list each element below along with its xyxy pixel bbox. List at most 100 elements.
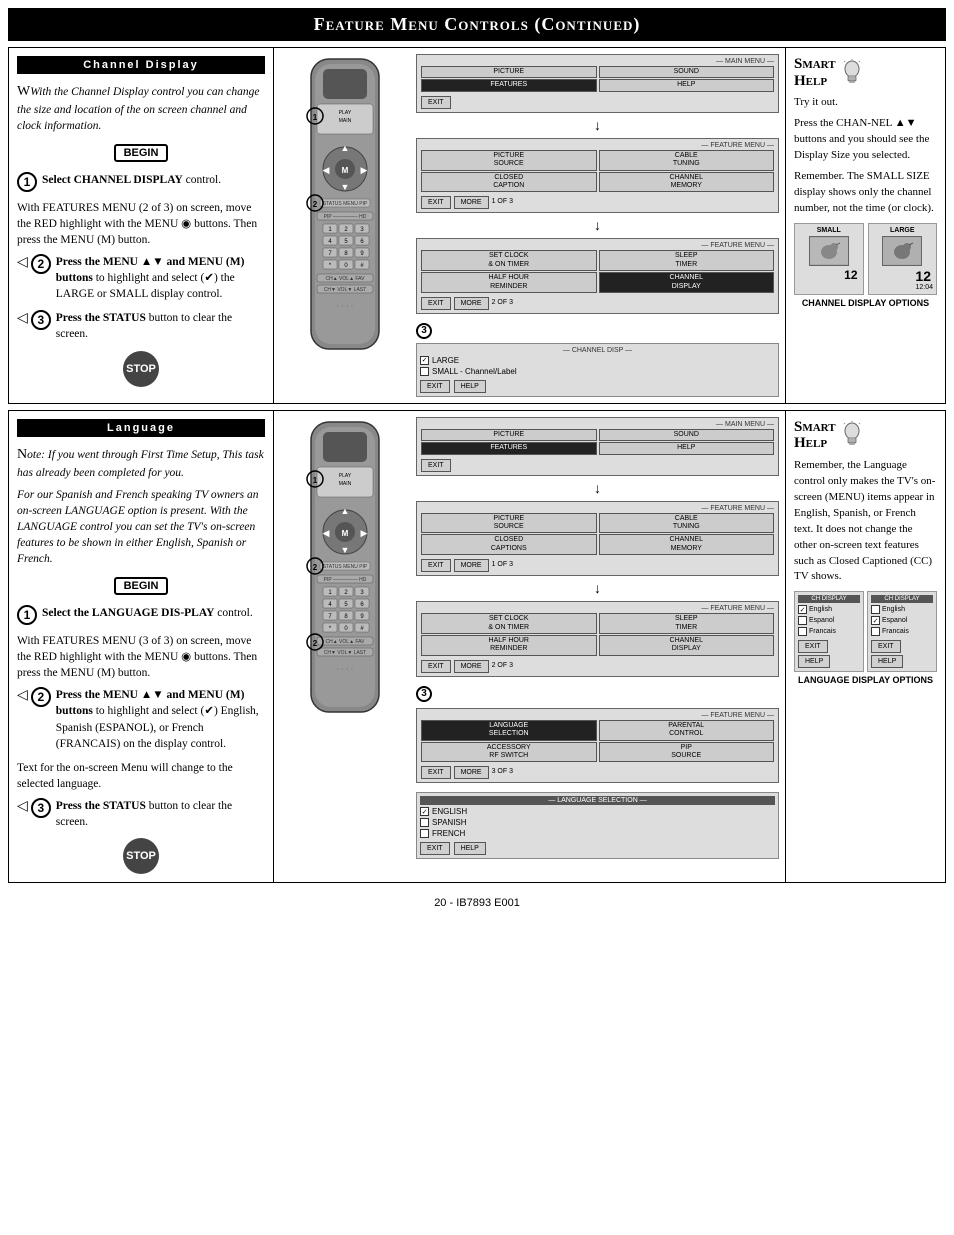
language-section: Language Note: If you went through First… (8, 410, 946, 883)
language-spanish-french: For our Spanish and French speaking TV o… (17, 487, 265, 567)
lang-col1-es-check (798, 616, 807, 625)
main-picture-btn: PICTURE (421, 66, 597, 78)
step-2-arrow: ◁ (17, 254, 28, 271)
step-1-lang: 1 Select the LANGUAGE DIS-PLAY control. (17, 605, 265, 625)
lang-feature-menu-2: — FEATURE MENU — SET CLOCK& ON TIMER SLE… (416, 601, 779, 677)
svg-text:MAIN: MAIN (338, 118, 351, 124)
step-1-text: Select CHANNEL DISPLAY control. (42, 172, 221, 188)
step-2-lang-text: Press the MENU ▲▼ and MENU (M) buttons t… (56, 687, 265, 751)
svg-text:▶: ▶ (360, 528, 367, 538)
lang-col1-english: English (809, 606, 832, 613)
svg-text:PIP ─────── HD: PIP ─────── HD (323, 214, 366, 220)
step-2-channel: ◁ 2 Press the MENU ▲▼ and MENU (M) butto… (17, 254, 265, 302)
channel-disp-title: — CHANNEL DISP — (420, 347, 775, 354)
svg-text:▶: ▶ (360, 165, 367, 175)
lang-main-features: FEATURES (421, 442, 597, 454)
main-help-btn: HELP (599, 79, 775, 91)
lang-feat1-more: MORE (454, 559, 489, 572)
feat2-channel-display: CHANNELDISPLAY (599, 272, 775, 293)
channel-display-middle-panel: PLAY MAIN 1 ▲ ▼ ◀ ▶ M (274, 48, 785, 403)
remote-area-channel: PLAY MAIN 1 ▲ ▼ ◀ ▶ M (280, 54, 410, 397)
lang-col2-english: English (882, 606, 905, 613)
step-3-num: 3 (31, 310, 51, 330)
svg-text:CH▼ VOL▼ LAST: CH▼ VOL▼ LAST (323, 650, 365, 656)
lang-sel-title: — LANGUAGE SELECTION — (420, 796, 775, 805)
smart-help-lang-body: Remember, the Language control only make… (794, 458, 937, 586)
main-sound-btn: SOUND (599, 66, 775, 78)
language-title: Language (17, 419, 265, 437)
svg-text:· · · ·: · · · · (336, 665, 353, 674)
spanish-option: SPANISH (432, 818, 467, 827)
channel-display-title: Channel Display (17, 56, 265, 74)
large-label: LARGE (432, 356, 459, 365)
step-2-text: Press the MENU ▲▼ and MENU (M) buttons t… (56, 254, 265, 302)
lang-feat1-picture: PICTURESOURCE (421, 513, 597, 534)
large-checkbox (420, 356, 429, 365)
lang-feat1-cable: CABLETUNING (599, 513, 775, 534)
lang-col1-en-check (798, 605, 807, 614)
step-3-arrow: ◁ (17, 310, 28, 327)
lang-feat2-channel-disp: CHANNELDISPLAY (599, 635, 775, 656)
lang-feat3-page: 3 OF 3 (492, 768, 513, 775)
lang-display-options-images: CH DISPLAY English Espanol Francais (794, 591, 937, 672)
svg-text:▲: ▲ (340, 143, 349, 153)
step-3-lang-text: Press the STATUS button to clear the scr… (56, 798, 265, 830)
english-option: ENGLISH (432, 807, 467, 816)
svg-text:2: 2 (312, 200, 317, 209)
smart-help-try: Try it out. (794, 95, 937, 111)
lang-col2-en-check (871, 605, 880, 614)
svg-text:PLAY: PLAY (338, 110, 351, 116)
stop-circle-lang: STOP (123, 838, 159, 874)
features-menu-note: With FEATURES MENU (2 of 3) on screen, m… (17, 200, 265, 248)
feat2-half-hour: HALF HOURREMINDER (421, 272, 597, 293)
begin-badge: BEGIN (114, 144, 169, 162)
lang-step3-num: 3 (416, 686, 432, 702)
main-exit-btn: EXIT (421, 96, 451, 109)
lang-feature-menu-3: — FEATURE MENU — LANGUAGESELECTION PAREN… (416, 708, 779, 784)
step-2-lang-arrow: ◁ (17, 687, 28, 704)
lang-col2-exit: EXIT (871, 640, 901, 653)
lang-col2-title: CH DISPLAY (871, 595, 933, 603)
lang-feat2-more: MORE (454, 660, 489, 673)
svg-text:2: 2 (312, 563, 317, 572)
feat1-closed-caption: CLOSEDCAPTION (421, 172, 597, 193)
svg-text:◀: ◀ (322, 165, 329, 175)
lang-main-sound: SOUND (599, 429, 775, 441)
feat2-page-num: 2 OF 3 (492, 299, 513, 306)
page-footer: 20 - IB7893 E001 (8, 889, 946, 913)
step-2-lang: ◁ 2 Press the MENU ▲▼ and MENU (M) butto… (17, 687, 265, 751)
lang-feature-menu-1: — FEATURE MENU — PICTURESOURCE CABLETUNI… (416, 501, 779, 577)
svg-text:1: 1 (312, 476, 317, 485)
main-title: Feature Menu Controls (Continued) (8, 8, 946, 41)
svg-text:▼: ▼ (340, 545, 349, 555)
lang-col1-espanol: Espanol (809, 617, 834, 624)
lang-feat2-sleep: SLEEPTIMER (599, 613, 775, 634)
svg-text:1: 1 (312, 113, 317, 122)
footer-text: 20 - IB7893 E001 (434, 897, 520, 909)
stop-badge-channel: STOP (17, 351, 265, 387)
bulb-icon-channel (841, 59, 863, 87)
feat1-page-num: 1 OF 3 (492, 198, 513, 205)
lang-feat3-parental: PARENTALCONTROL (599, 720, 775, 741)
screens-area-lang: — MAIN MENU — PICTURE SOUND FEATURES HEL… (416, 417, 779, 876)
svg-text:STATUS MENU PIP: STATUS MENU PIP (322, 564, 367, 570)
step-3-lang-arrow: ◁ (17, 798, 28, 815)
smart-help-header-channel: SmartHelp (794, 56, 937, 89)
feature-menu-1: — FEATURE MENU — PICTURESOURCE CABLETUNI… (416, 138, 779, 214)
svg-text:▼: ▼ (340, 182, 349, 192)
lang-feat2-page: 2 OF 3 (492, 662, 513, 669)
svg-text:2: 2 (312, 639, 317, 648)
svg-text:MAIN: MAIN (338, 481, 351, 487)
arrow-2: ↓ (416, 220, 779, 234)
main-features-btn: FEATURES (421, 79, 597, 91)
step-3-lang-num: 3 (31, 798, 51, 818)
svg-text:· · · ·: · · · · (336, 302, 353, 311)
french-option: FRENCH (432, 829, 465, 838)
step-3-lang: ◁ 3 Press the STATUS button to clear the… (17, 798, 265, 830)
lang-col1-help: HELP (798, 655, 830, 668)
lang-arrow-1: ↓ (416, 483, 779, 497)
step-2-num: 2 (31, 254, 51, 274)
small-bird-img (809, 236, 849, 266)
feat2-sleep-timer: SLEEPTIMER (599, 250, 775, 271)
lang-feat1-exit: EXIT (421, 559, 451, 572)
